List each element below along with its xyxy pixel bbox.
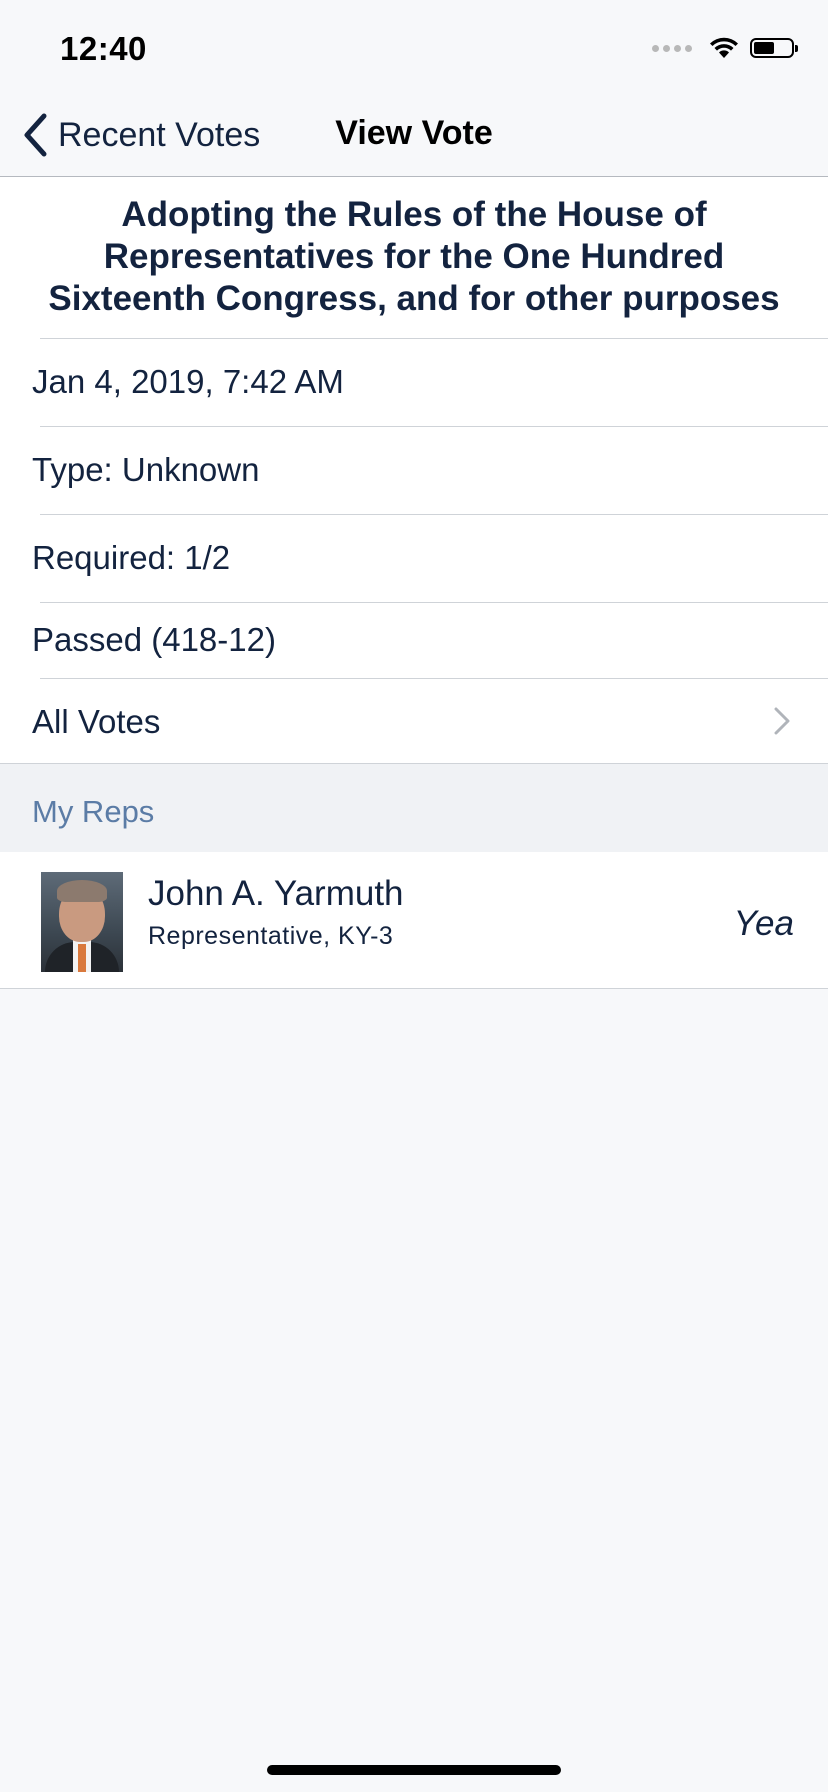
status-time: 12:40 [60,30,147,67]
signal-icon [652,44,692,52]
vote-type: Type: Unknown [32,451,260,488]
vote-title: Adopting the Rules of the House of Repre… [48,195,780,318]
all-votes-label: All Votes [32,703,161,740]
all-votes-row[interactable]: All Votes [32,678,828,766]
vote-type-row: Type: Unknown [32,426,828,514]
section-label: My Reps [32,794,155,829]
vote-result: Passed (418-12) [32,621,276,658]
battery-icon [750,38,798,58]
vote-required: Required: 1/2 [32,539,231,576]
vote-date: Jan 4, 2019, 7:42 AM [32,363,344,400]
rep-name: John A. Yarmuth [148,874,404,913]
wifi-icon [710,37,738,58]
page-title: View Vote [335,114,493,152]
status-icons [652,36,798,60]
avatar [41,872,123,972]
rep-vote: Yea [733,904,794,943]
rep-list-item[interactable]: John A. Yarmuth Representative, KY-3 Yea [0,852,828,989]
home-indicator[interactable] [267,1765,561,1775]
vote-required-row: Required: 1/2 [32,514,828,602]
status-bar: 12:40 [0,0,828,100]
vote-details: Adopting the Rules of the House of Repre… [0,177,828,766]
my-reps-section-header: My Reps [0,763,828,853]
rep-role: Representative, KY-3 [148,922,394,950]
vote-result-row: Passed (418-12) [32,602,828,678]
vote-date-row: Jan 4, 2019, 7:42 AM [32,338,828,426]
navigation-bar: Recent Votes View Vote [0,100,828,177]
chevron-right-icon [774,707,790,735]
